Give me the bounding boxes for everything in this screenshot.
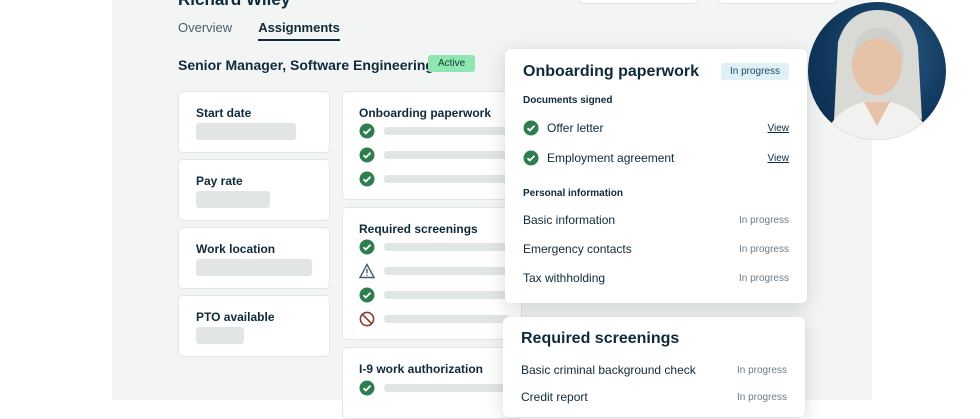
job-title: Senior Manager, Software Engineering (178, 57, 434, 73)
screening-status: In progress (736, 365, 787, 376)
tab-assignments[interactable]: Assignments (258, 20, 340, 41)
header-control[interactable] (578, 0, 700, 4)
check-circle-icon (523, 120, 539, 136)
placeholder-bar (384, 315, 509, 323)
document-name: Employment agreement (547, 151, 675, 165)
blocked-circle-icon (359, 311, 375, 327)
check-circle-icon (359, 123, 375, 139)
placeholder-value (196, 123, 296, 140)
popover-title: Onboarding paperwork (523, 63, 700, 80)
required-screenings-card[interactable]: Required screenings (342, 207, 522, 340)
documents-heading: Documents signed (523, 95, 613, 106)
placeholder-bar (384, 384, 509, 392)
personal-item-status: In progress (738, 273, 789, 284)
personal-item-status: In progress (738, 215, 789, 226)
personal-item-name: Emergency contacts (523, 242, 632, 256)
tab-overview[interactable]: Overview (178, 20, 232, 41)
tab-bar: Overview Assignments (178, 20, 340, 41)
placeholder-value (196, 259, 312, 276)
card-label: Required screenings (359, 222, 478, 236)
screening-name: Credit report (521, 390, 588, 404)
pay-rate-card[interactable]: Pay rate (178, 159, 330, 221)
placeholder-bar (384, 151, 509, 159)
placeholder-bar (384, 175, 509, 183)
header-control[interactable] (716, 0, 838, 4)
warning-triangle-icon (359, 263, 375, 279)
pto-available-card[interactable]: PTO available (178, 295, 330, 357)
screening-name: Basic criminal background check (521, 363, 696, 377)
placeholder-value (196, 191, 270, 208)
card-label: PTO available (196, 310, 275, 324)
popover-title: Required screenings (521, 330, 680, 347)
personal-item-name: Tax withholding (523, 271, 606, 285)
required-screenings-popover: Required screenings Basic criminal backg… (503, 317, 805, 417)
personal-item-status: In progress (738, 244, 789, 255)
avatar (808, 2, 946, 140)
person-photo-icon (824, 10, 930, 140)
start-date-card[interactable]: Start date (178, 91, 330, 153)
placeholder-bar (384, 291, 509, 299)
person-name: Richard Wiley (178, 0, 290, 10)
onboarding-paperwork-popover: Onboarding paperwork In progress Documen… (505, 49, 807, 303)
view-offer-letter-link[interactable]: View (768, 123, 790, 134)
personal-info-heading: Personal information (523, 188, 624, 199)
check-circle-icon (359, 287, 375, 303)
card-label: Onboarding paperwork (359, 106, 492, 120)
check-circle-icon (523, 150, 539, 166)
placeholder-bar (384, 243, 509, 251)
document-name: Offer letter (547, 121, 604, 135)
check-circle-icon (359, 147, 375, 163)
placeholder-bar (384, 267, 509, 275)
i9-work-authorization-card[interactable]: I-9 work authorization (342, 347, 522, 419)
card-label: Work location (196, 242, 276, 256)
screening-status: In progress (736, 392, 787, 403)
status-badge: Active (428, 55, 476, 72)
status-pill: In progress (720, 63, 789, 80)
card-label: Start date (196, 106, 252, 120)
check-circle-icon (359, 380, 375, 396)
check-circle-icon (359, 171, 375, 187)
placeholder-value (196, 327, 244, 344)
card-label: I-9 work authorization (359, 362, 484, 376)
work-location-card[interactable]: Work location (178, 227, 330, 289)
onboarding-paperwork-card[interactable]: Onboarding paperwork (342, 91, 522, 200)
placeholder-bar (384, 127, 509, 135)
check-circle-icon (359, 239, 375, 255)
card-label: Pay rate (196, 174, 243, 188)
view-employment-agreement-link[interactable]: View (768, 153, 790, 164)
personal-item-name: Basic information (523, 213, 616, 227)
